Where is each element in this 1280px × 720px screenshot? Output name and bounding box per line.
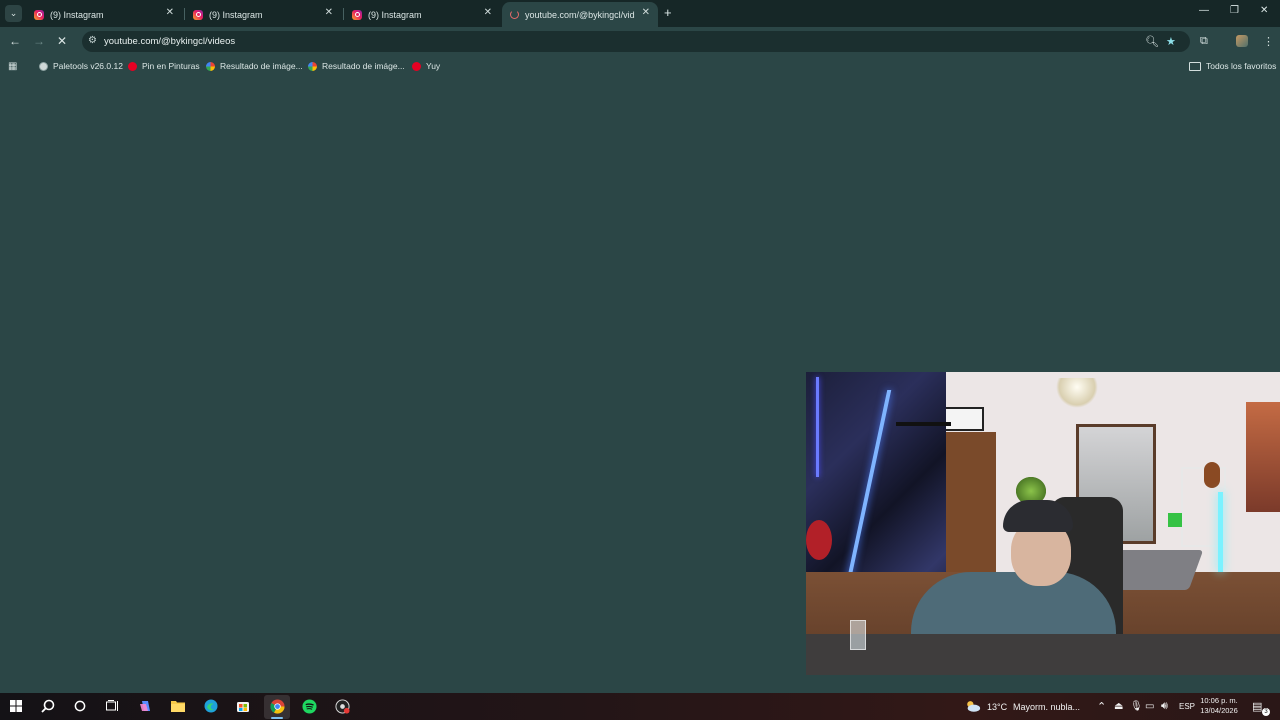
- minimize-icon: —: [1199, 5, 1209, 16]
- tab-title: youtube.com/@bykingcl/video: [525, 9, 635, 20]
- url-text[interactable]: youtube.com/@bykingcl/videos: [104, 36, 235, 47]
- microphone-icon[interactable]: 🎙︎: [1130, 701, 1143, 712]
- minimize-button[interactable]: —: [1199, 5, 1209, 16]
- instagram-icon: [193, 9, 203, 20]
- close-icon[interactable]: ✕: [642, 7, 650, 18]
- green-object: [1168, 513, 1182, 527]
- task-view-icon[interactable]: [104, 698, 120, 714]
- instagram-icon: [34, 9, 44, 20]
- forward-button[interactable]: →: [33, 34, 45, 48]
- bookmark-paletools[interactable]: Paletools v26.0.12: [39, 61, 123, 71]
- spotify-icon[interactable]: [301, 698, 317, 714]
- close-icon[interactable]: ✕: [484, 7, 492, 18]
- bookmark-resultado-2[interactable]: Resultado de imáge...: [308, 61, 405, 71]
- bookmark-label: Resultado de imáge...: [220, 61, 303, 71]
- windows-start-icon[interactable]: [8, 698, 24, 714]
- wall-frame: [944, 407, 984, 431]
- close-icon[interactable]: ✕: [325, 7, 333, 18]
- tab-youtube[interactable]: youtube.com/@bykingcl/video ✕: [502, 2, 658, 27]
- bookmark-label: Pin en Pinturas: [142, 61, 200, 71]
- wall-shelf: [896, 422, 951, 426]
- file-explorer-icon[interactable]: [170, 698, 186, 714]
- clock[interactable]: 10:06 p. m. 13/04/2026: [1196, 696, 1242, 716]
- bookmark-label: Yuy: [426, 61, 441, 71]
- arrow-left-icon: ←: [9, 34, 21, 48]
- chrome-icon[interactable]: [269, 698, 285, 714]
- google-icon: [308, 61, 317, 71]
- tab-title: (9) Instagram: [209, 9, 263, 20]
- arrow-right-icon: →: [33, 34, 45, 48]
- pinterest-icon: [412, 61, 421, 71]
- globe-icon: [39, 61, 48, 71]
- tab-search-button[interactable]: ⌄: [5, 5, 22, 22]
- notification-count-badge: 3: [1262, 708, 1270, 716]
- plush-toy: [1204, 462, 1220, 488]
- plus-icon: +: [664, 5, 672, 20]
- instagram-icon: [352, 9, 362, 20]
- pinterest-icon: [128, 61, 137, 71]
- close-window-button[interactable]: ✕: [1260, 5, 1268, 16]
- menu-icon[interactable]: ⋮: [1263, 35, 1274, 48]
- weather-temp[interactable]: 13°C: [987, 702, 1007, 712]
- back-button[interactable]: ←: [9, 34, 21, 48]
- restore-icon: ❐: [1230, 5, 1239, 16]
- extensions-icon[interactable]: ⧉: [1200, 35, 1208, 48]
- glass-cup: [850, 620, 866, 650]
- chevron-up-icon[interactable]: ⌃: [1097, 700, 1106, 713]
- active-indicator: [271, 717, 283, 719]
- cortana-icon[interactable]: [72, 698, 88, 714]
- profile-avatar[interactable]: [1236, 35, 1248, 47]
- search-icon[interactable]: [40, 698, 56, 714]
- webcam-overlay: [806, 372, 1280, 675]
- address-bar[interactable]: [82, 31, 1190, 52]
- tab-instagram-3[interactable]: (9) Instagram ✕: [344, 2, 500, 27]
- desk: [806, 634, 1280, 675]
- new-tab-button[interactable]: +: [664, 5, 672, 20]
- wall-posters: [1246, 402, 1280, 512]
- cyan-lamp: [1218, 492, 1223, 572]
- usb-icon[interactable]: ⏏: [1114, 701, 1123, 712]
- apps-grid-icon[interactable]: ▦: [8, 61, 17, 72]
- all-bookmarks-button[interactable]: Todos los favoritos: [1189, 61, 1276, 71]
- red-chair: [806, 520, 832, 560]
- microsoft-store-icon[interactable]: [235, 698, 251, 714]
- chevron-down-icon: ⌄: [9, 8, 18, 18]
- bookmark-label: Paletools v26.0.12: [53, 61, 123, 71]
- bookmark-yuy[interactable]: Yuy: [412, 61, 440, 71]
- tab-instagram-1[interactable]: (9) Instagram ✕: [26, 2, 182, 27]
- bookmark-pin-pinturas[interactable]: Pin en Pinturas: [128, 61, 200, 71]
- close-icon[interactable]: ✕: [166, 7, 174, 18]
- folder-icon: [1189, 61, 1201, 71]
- zoom-icon[interactable]: 🔍︎: [1145, 35, 1159, 48]
- clock-date: 13/04/2026: [1200, 706, 1238, 715]
- network-icon[interactable]: ▭: [1145, 701, 1154, 712]
- notifications-icon[interactable]: ▤: [1252, 700, 1262, 713]
- edge-icon[interactable]: [203, 698, 219, 714]
- obs-record-icon[interactable]: [334, 698, 350, 714]
- restore-button[interactable]: ❐: [1230, 5, 1239, 16]
- site-settings-icon[interactable]: ⚙: [88, 35, 97, 46]
- tab-instagram-2[interactable]: (9) Instagram ✕: [185, 2, 341, 27]
- copilot-icon[interactable]: [138, 698, 154, 714]
- close-icon: ✕: [57, 34, 68, 48]
- stop-button[interactable]: ✕: [57, 34, 67, 48]
- loading-spinner-icon: [510, 10, 519, 19]
- tab-title: (9) Instagram: [368, 9, 422, 20]
- all-bookmarks-label: Todos los favoritos: [1206, 61, 1277, 71]
- google-icon: [206, 61, 215, 71]
- clock-time: 10:06 p. m.: [1200, 696, 1238, 705]
- person-cap: [1003, 500, 1073, 532]
- weather-cloud-icon[interactable]: [965, 698, 981, 714]
- taskbar: [0, 693, 1280, 720]
- close-icon: ✕: [1260, 5, 1269, 16]
- language-indicator[interactable]: ESP: [1179, 702, 1195, 711]
- bookmark-label: Resultado de imáge...: [322, 61, 405, 71]
- volume-icon[interactable]: 🔊︎: [1161, 700, 1168, 713]
- tab-title: (9) Instagram: [50, 9, 104, 20]
- bookmark-resultado-1[interactable]: Resultado de imáge...: [206, 61, 303, 71]
- bookmark-star-icon[interactable]: ★: [1166, 35, 1176, 48]
- weather-desc[interactable]: Mayorm. nubla...: [1013, 702, 1080, 712]
- led-strip: [816, 377, 819, 477]
